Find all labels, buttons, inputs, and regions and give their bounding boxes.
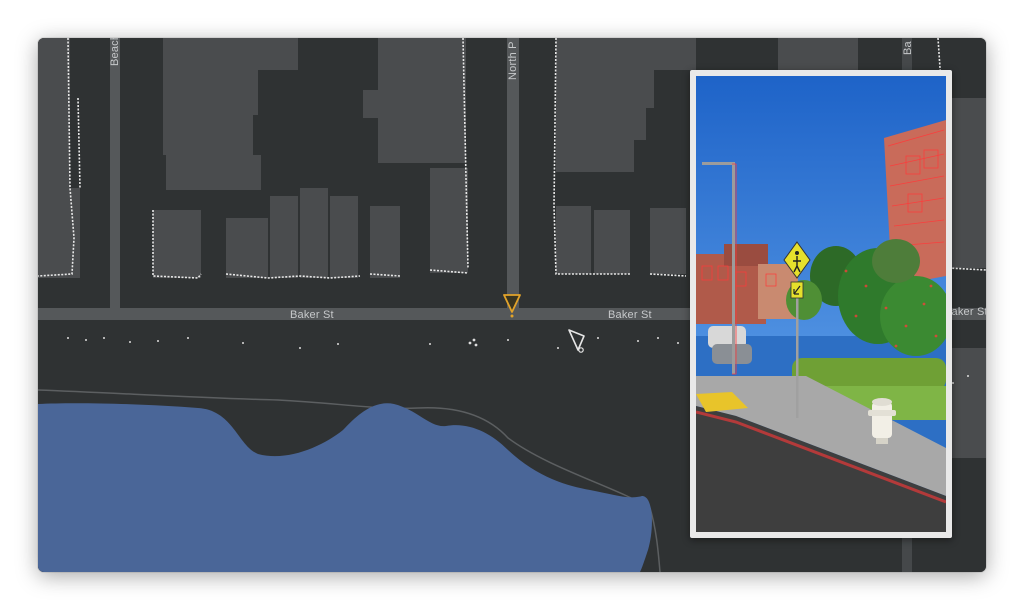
map-window: Baker St Baker St Baker St Beach North P… (38, 38, 986, 572)
street-label-north-point: North P (507, 41, 519, 80)
street-view-panel[interactable] (690, 70, 952, 538)
street-view-photo[interactable] (696, 76, 946, 532)
street-label-baker-left: Baker St (290, 309, 334, 321)
street-label-baker-right: Baker St (608, 309, 652, 321)
beach-street (110, 38, 120, 313)
street-label-baker-vertical: Ba (902, 41, 914, 55)
street-label-beach: Beach (109, 38, 121, 66)
